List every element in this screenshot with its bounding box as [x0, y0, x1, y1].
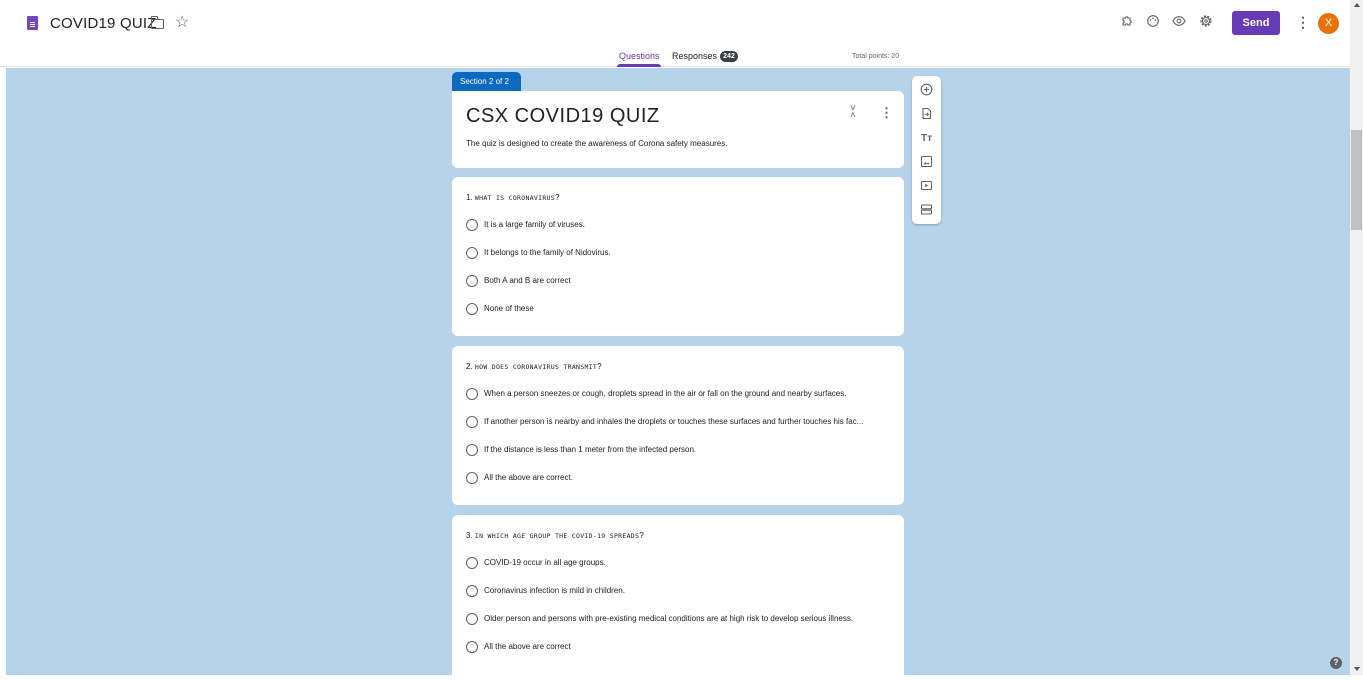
top-bar: COVID19 QUIZ ☆ Send ⋮ X Questions Respon… [0, 0, 1350, 67]
addons-icon[interactable] [1119, 14, 1135, 30]
option-label: COVID-19 occur in all age groups. [484, 558, 606, 567]
option-label: Older person and persons with pre-existi… [484, 614, 854, 623]
avatar[interactable]: X [1318, 13, 1339, 34]
move-to-folder-icon[interactable] [151, 16, 164, 29]
question-card[interactable]: 1. WHAT IS CORONAVIRUS? It is a large fa… [452, 177, 904, 336]
total-points-label: Total points: 20 [852, 53, 900, 60]
floating-toolbar: Tт [912, 76, 941, 224]
radio-button[interactable] [466, 585, 478, 597]
document-title[interactable]: COVID19 QUIZ [50, 15, 157, 32]
question-card[interactable]: 2. HOW DOES CORONAVIRUS TRANSMIT? When a… [452, 346, 904, 505]
form-title[interactable]: CSX COVID19 QUIZ [466, 105, 660, 128]
radio-button[interactable] [466, 557, 478, 569]
preview-icon[interactable] [1171, 14, 1187, 30]
collapse-section-icon[interactable]: ˅ ˄ [850, 104, 856, 121]
question-title: 1. WHAT IS CORONAVIRUS? [466, 193, 560, 202]
option-label: If another person is nearby and inhales … [484, 417, 864, 426]
radio-button[interactable] [466, 388, 478, 400]
scrollbar-thumb[interactable] [1351, 130, 1362, 230]
option-label: When a person sneezes or cough, droplets… [484, 389, 847, 398]
tab-questions[interactable]: Questions [619, 51, 660, 61]
option-label: Both A and B are correct [484, 276, 571, 285]
radio-button[interactable] [466, 472, 478, 484]
radio-button[interactable] [466, 247, 478, 259]
add-video-icon[interactable] [919, 179, 934, 194]
page-scrollbar[interactable] [1350, 0, 1363, 675]
forms-logo-icon[interactable] [27, 16, 38, 30]
import-questions-icon[interactable] [919, 107, 934, 122]
radio-button[interactable] [466, 613, 478, 625]
option-label: It belongs to the family of Nidovirus. [484, 248, 611, 257]
option-label: Coronavirus infection is mild in childre… [484, 586, 625, 595]
responses-count-badge: 242 [720, 51, 738, 62]
radio-button[interactable] [466, 219, 478, 231]
question-card[interactable]: 3. IN WHICH AGE GROUP THE COVID-19 SPREA… [452, 515, 904, 680]
question-title: 3. IN WHICH AGE GROUP THE COVID-19 SPREA… [466, 531, 644, 540]
option-label: It is a large family of viruses. [484, 220, 585, 229]
add-title-icon[interactable]: Tт [919, 131, 934, 146]
option-label: All the above are correct. [484, 473, 573, 482]
option-label: If the distance is less than 1 meter fro… [484, 445, 697, 454]
add-question-icon[interactable] [919, 83, 934, 98]
more-vert-icon[interactable]: ⋮ [1296, 14, 1310, 31]
radio-button[interactable] [466, 444, 478, 456]
radio-button[interactable] [466, 641, 478, 653]
radio-button[interactable] [466, 275, 478, 287]
star-icon[interactable]: ☆ [175, 12, 189, 32]
palette-icon[interactable] [1145, 14, 1161, 30]
question-title: 2. HOW DOES CORONAVIRUS TRANSMIT? [466, 362, 602, 371]
scroll-down-icon[interactable] [1354, 667, 1360, 671]
section-label: Section 2 of 2 [452, 72, 521, 93]
settings-icon[interactable] [1198, 14, 1214, 30]
add-image-icon[interactable] [919, 155, 934, 170]
scroll-up-icon[interactable] [1354, 3, 1360, 7]
tab-questions-indicator [617, 64, 661, 67]
option-label: All the above are correct [484, 642, 571, 651]
tab-responses[interactable]: Responses [672, 51, 717, 61]
radio-button[interactable] [466, 303, 478, 315]
option-label: None of these [484, 304, 534, 313]
add-section-icon[interactable] [919, 203, 934, 218]
section-more-icon[interactable]: ⋮ [880, 105, 893, 121]
radio-button[interactable] [466, 416, 478, 428]
form-description[interactable]: The quiz is designed to create the aware… [466, 139, 727, 148]
send-button[interactable]: Send [1232, 11, 1280, 35]
help-icon[interactable]: ? [1330, 657, 1342, 669]
form-header-card[interactable]: CSX COVID19 QUIZ The quiz is designed to… [452, 91, 904, 168]
